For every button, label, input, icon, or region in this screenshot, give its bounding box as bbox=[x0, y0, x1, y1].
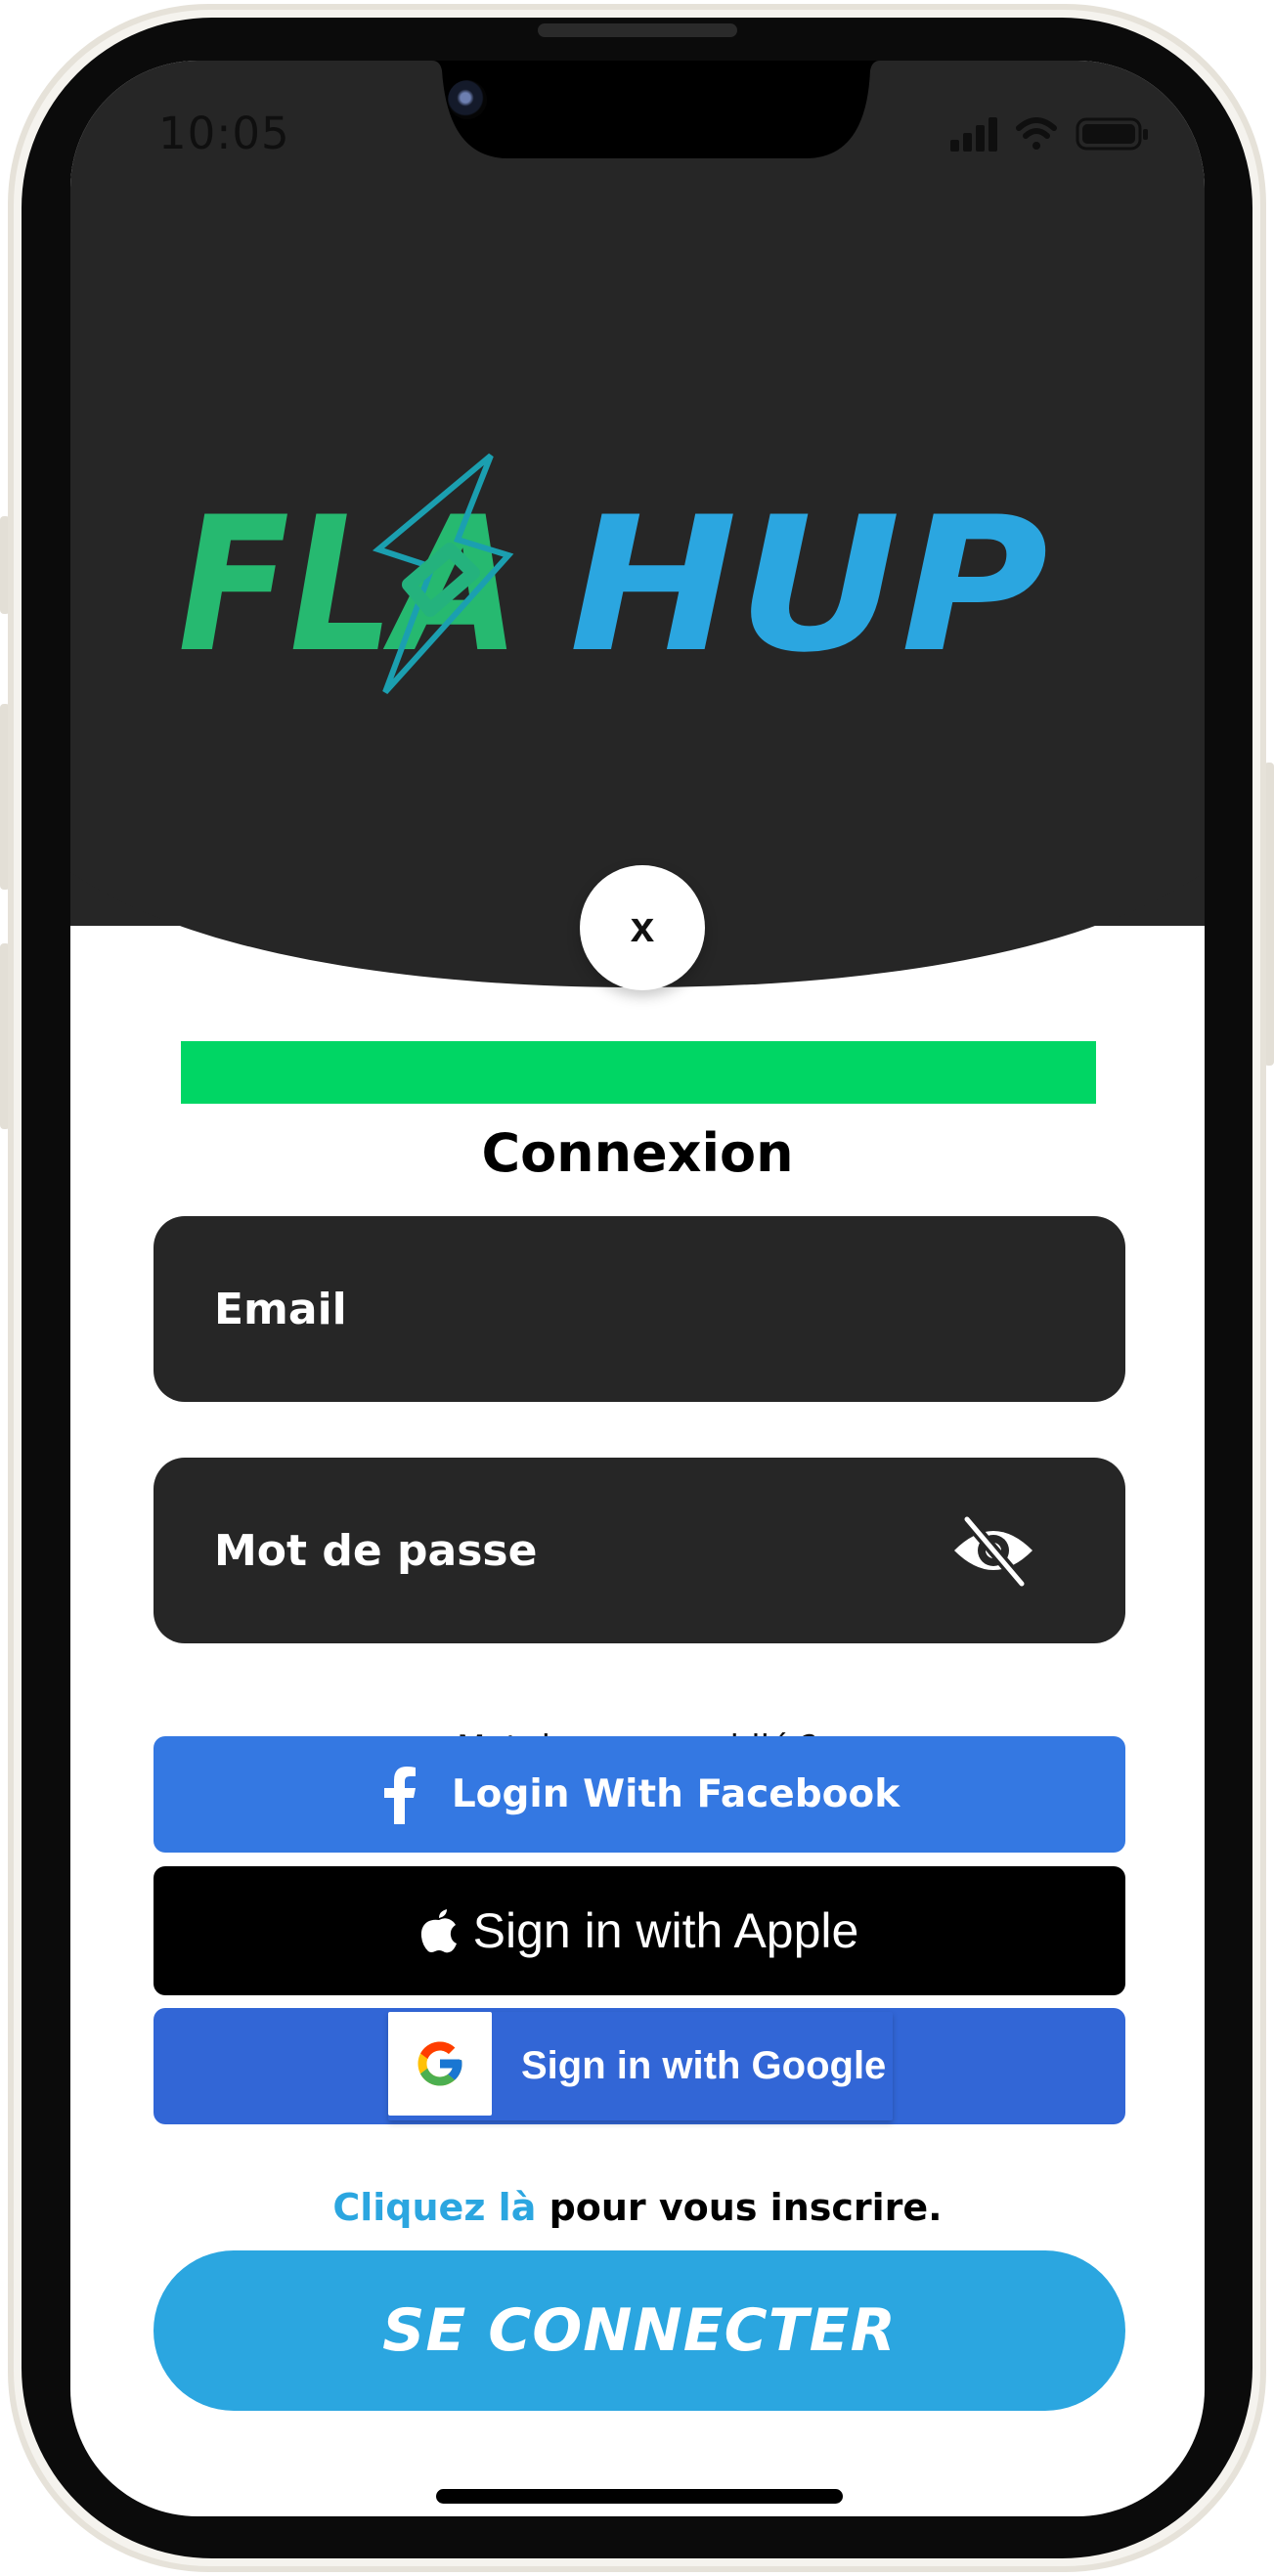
device-notch bbox=[403, 61, 880, 158]
earpiece-speaker bbox=[538, 23, 737, 37]
front-camera bbox=[448, 80, 487, 119]
